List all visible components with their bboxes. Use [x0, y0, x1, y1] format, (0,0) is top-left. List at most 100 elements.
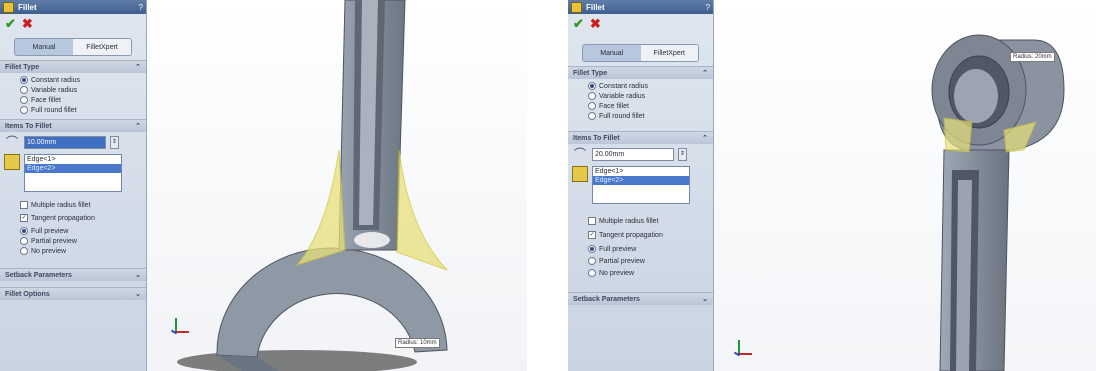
- graphics-viewport[interactable]: Radius: 20mm: [714, 0, 1096, 371]
- left-screenshot: Fillet ? ✔ ✖ Manual FilletXpert Fillet T…: [0, 0, 527, 371]
- right-screenshot: Fillet ? ✔ ✖ Manual FilletXpert Fillet T…: [568, 0, 1096, 371]
- graphics-viewport[interactable]: Radius: 10mm: [147, 0, 527, 371]
- group-title: Items To Fillet: [573, 134, 620, 142]
- fillet-type-header[interactable]: Fillet Type ⌃: [568, 66, 713, 79]
- check-label: Tangent propagation: [599, 231, 663, 239]
- check-label: Multiple radius fillet: [31, 201, 91, 209]
- fillet-type-header[interactable]: Fillet Type ⌃: [0, 60, 146, 73]
- fillet-type-options: Constant radius Variable radius Face fil…: [568, 79, 713, 125]
- fillet-type-option[interactable]: Constant radius: [588, 81, 713, 91]
- tab-manual[interactable]: Manual: [15, 39, 73, 55]
- panel-title: Fillet: [18, 2, 37, 12]
- mode-tabs: Manual FilletXpert: [582, 44, 699, 62]
- multiple-radius-checkbox[interactable]: Multiple radius fillet: [588, 216, 713, 226]
- fillet-type-option[interactable]: Variable radius: [20, 85, 146, 95]
- option-label: Full preview: [31, 227, 69, 235]
- edge-selection-row: Edge<1> Edge<2>: [0, 152, 146, 194]
- help-icon[interactable]: ?: [139, 3, 143, 12]
- items-to-fillet-header[interactable]: Items To Fillet ⌃: [0, 119, 146, 132]
- fillet-feature-icon: [3, 1, 14, 13]
- tab-filletxpert[interactable]: FilletXpert: [640, 45, 698, 61]
- cancel-x-icon[interactable]: ✖: [590, 17, 601, 30]
- radius-callout[interactable]: Radius: 20mm: [1010, 52, 1055, 62]
- collapse-chevron-icon[interactable]: ⌃: [135, 122, 141, 130]
- expand-chevron-icon[interactable]: ⌄: [135, 271, 141, 279]
- mode-tabs: Manual FilletXpert: [14, 38, 132, 56]
- radius-spinner[interactable]: ⇕: [678, 147, 687, 161]
- panel-title: Fillet: [586, 2, 605, 12]
- fillet-property-manager: Fillet ? ✔ ✖ Manual FilletXpert Fillet T…: [0, 0, 147, 371]
- option-label: Partial preview: [31, 237, 77, 245]
- radius-input[interactable]: 10.00mm: [24, 135, 106, 149]
- fillet-type-option[interactable]: Full round fillet: [20, 105, 146, 115]
- list-item[interactable]: Edge<2>: [25, 164, 121, 173]
- fillet-type-option[interactable]: Constant radius: [20, 75, 146, 85]
- tangent-propagation-checkbox[interactable]: ✓ Tangent propagation: [20, 213, 146, 223]
- check-label: Tangent propagation: [31, 214, 95, 222]
- radio-icon: [588, 269, 596, 277]
- preview-option[interactable]: No preview: [588, 268, 713, 278]
- multiple-radius-checkbox[interactable]: Multiple radius fillet: [20, 200, 146, 210]
- list-item[interactable]: Edge<2>: [593, 176, 689, 185]
- setback-parameters-header[interactable]: Setback Parameters ⌄: [568, 292, 713, 305]
- cancel-x-icon[interactable]: ✖: [22, 17, 33, 30]
- tangent-propagation-checkbox[interactable]: ✓ Tangent propagation: [588, 230, 713, 240]
- expand-chevron-icon[interactable]: ⌄: [135, 290, 141, 298]
- radius-input[interactable]: 20.00mm: [592, 147, 674, 161]
- edge-selection-icon: [4, 154, 20, 170]
- option-label: Face fillet: [599, 102, 629, 110]
- preview-option[interactable]: Partial preview: [588, 256, 713, 266]
- collapse-chevron-icon[interactable]: ⌃: [702, 134, 708, 142]
- radio-icon: [588, 112, 596, 120]
- tab-manual[interactable]: Manual: [583, 45, 641, 61]
- group-title: Fillet Type: [573, 69, 608, 77]
- fillet-type-option[interactable]: Variable radius: [588, 91, 713, 101]
- edge-list[interactable]: Edge<1> Edge<2>: [24, 154, 122, 192]
- collapse-chevron-icon[interactable]: ⌃: [702, 69, 708, 77]
- option-label: Constant radius: [31, 76, 81, 84]
- list-item[interactable]: Edge<1>: [593, 167, 689, 176]
- radio-icon: [588, 82, 596, 90]
- radio-icon: [588, 245, 596, 253]
- radio-icon: [20, 76, 28, 84]
- fillet-type-option[interactable]: Face fillet: [588, 101, 713, 111]
- edge-list[interactable]: Edge<1> Edge<2>: [592, 166, 690, 204]
- tab-filletxpert[interactable]: FilletXpert: [73, 39, 131, 55]
- fillet-type-option[interactable]: Face fillet: [20, 95, 146, 105]
- preview-option[interactable]: Full preview: [20, 226, 146, 236]
- radius-row: ⌒ 20.00mm ⇕: [568, 144, 713, 164]
- check-label: Multiple radius fillet: [599, 217, 659, 225]
- fillet-options-header[interactable]: Fillet Options ⌄: [0, 287, 146, 300]
- fillet-feature-icon: [571, 1, 582, 13]
- radius-spinner[interactable]: ⇕: [110, 135, 119, 149]
- option-label: Full round fillet: [599, 112, 645, 120]
- help-icon[interactable]: ?: [706, 3, 710, 12]
- preview-option[interactable]: Partial preview: [20, 236, 146, 246]
- radio-icon: [20, 86, 28, 94]
- radio-icon: [588, 92, 596, 100]
- ok-check-icon[interactable]: ✔: [573, 17, 584, 30]
- list-item[interactable]: Edge<1>: [25, 155, 121, 164]
- fillet-type-options: Constant radius Variable radius Face fil…: [0, 73, 146, 119]
- option-label: Constant radius: [599, 82, 649, 90]
- option-label: No preview: [599, 269, 635, 277]
- ok-check-icon[interactable]: ✔: [5, 17, 16, 30]
- preview-option[interactable]: Full preview: [588, 244, 713, 254]
- preview-option[interactable]: No preview: [20, 246, 146, 256]
- group-title: Items To Fillet: [5, 122, 52, 130]
- fillet-type-option[interactable]: Full round fillet: [588, 111, 713, 121]
- option-label: Face fillet: [31, 96, 61, 104]
- collapse-chevron-icon[interactable]: ⌃: [135, 63, 141, 71]
- expand-chevron-icon[interactable]: ⌄: [702, 295, 708, 303]
- option-label: No preview: [31, 247, 67, 255]
- ok-cancel-row: ✔ ✖: [568, 14, 713, 32]
- radius-callout[interactable]: Radius: 10mm: [395, 338, 440, 348]
- radio-icon: [20, 96, 28, 104]
- coordinate-triad-icon: [732, 340, 754, 360]
- radius-icon: ⌒: [5, 135, 18, 149]
- checkbox-icon: ✓: [20, 214, 28, 222]
- radio-icon: [20, 247, 28, 255]
- radio-icon: [20, 106, 28, 114]
- items-to-fillet-header[interactable]: Items To Fillet ⌃: [568, 131, 713, 144]
- setback-parameters-header[interactable]: Setback Parameters ⌄: [0, 268, 146, 281]
